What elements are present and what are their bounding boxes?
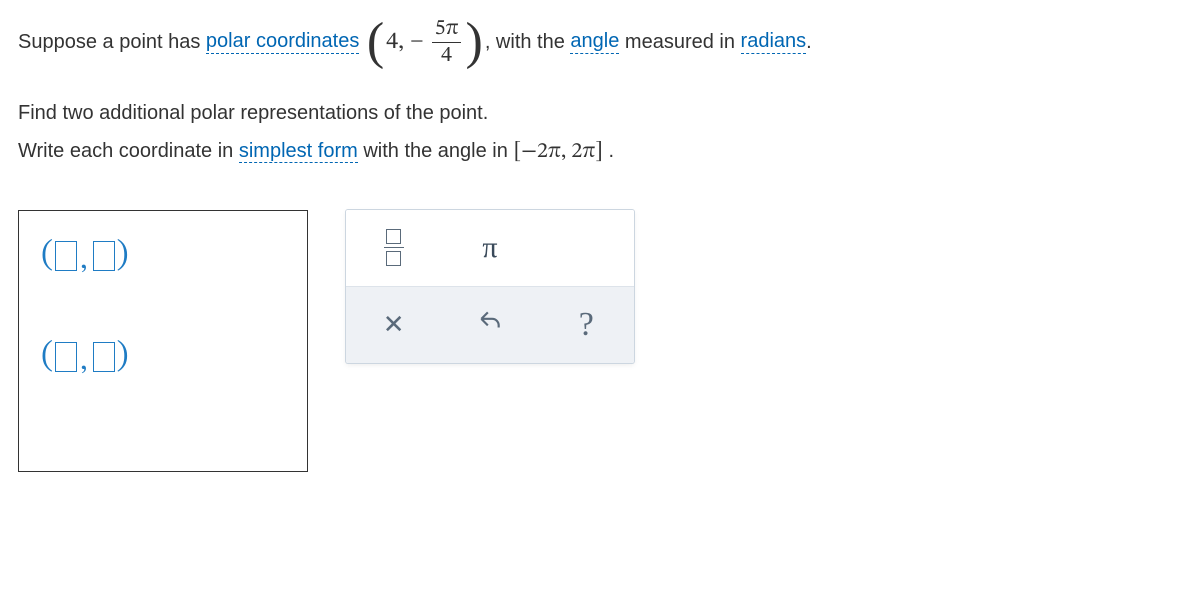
instruction-b-b: with the angle in — [363, 140, 513, 162]
input-slot[interactable] — [93, 342, 115, 372]
answer-input-2[interactable]: ( , ) — [41, 336, 285, 379]
instruction-b-a: Write each coordinate in — [18, 140, 239, 162]
input-slot[interactable] — [55, 342, 77, 372]
frac-numerator: 5π — [432, 18, 462, 43]
input-slot[interactable] — [55, 241, 77, 271]
link-simplest-form[interactable]: simplest form — [239, 140, 358, 163]
link-radians[interactable]: radians — [741, 30, 807, 54]
text-intro-a: Suppose a point has — [18, 31, 206, 54]
fraction-icon — [384, 229, 404, 266]
undo-button[interactable] — [441, 287, 537, 363]
problem-line-1: Suppose a point has polar coordinates ( … — [18, 16, 1182, 68]
x-icon: ✕ — [383, 310, 405, 340]
given-coordinate: ( 4 , − 5π 4 ) — [365, 16, 485, 68]
text-intro-b: , with the — [485, 31, 571, 54]
answer-input-1[interactable]: ( , ) — [41, 235, 285, 278]
text-intro-d: . — [806, 31, 812, 54]
instruction-b-c: . — [609, 140, 615, 162]
math-toolbox: π ✕ ? — [346, 210, 634, 363]
problem-line-2: Find two additional polar representation… — [18, 94, 1182, 174]
help-button[interactable]: ? — [538, 287, 634, 363]
coord-angle-fraction: 5π 4 — [430, 18, 464, 67]
coord-r: 4 — [386, 27, 398, 57]
fraction-button[interactable] — [346, 210, 441, 286]
pi-icon: π — [482, 231, 497, 265]
clear-button[interactable]: ✕ — [346, 287, 441, 363]
pi-button[interactable]: π — [441, 210, 537, 286]
minus-sign: − — [404, 29, 430, 56]
text-intro-c: measured in — [619, 31, 740, 54]
answer-box: ( , ) ( , ) — [18, 210, 308, 472]
toolbox-spacer — [538, 210, 634, 286]
question-icon: ? — [579, 306, 594, 344]
instruction-a: Find two additional polar representation… — [18, 94, 1182, 132]
frac-denominator: 4 — [441, 43, 452, 67]
link-angle[interactable]: angle — [570, 30, 619, 54]
undo-icon — [477, 308, 503, 342]
interval-text: [−2π, 2π] — [513, 141, 603, 163]
link-polar-coordinates[interactable]: polar coordinates — [206, 30, 359, 54]
input-slot[interactable] — [93, 241, 115, 271]
